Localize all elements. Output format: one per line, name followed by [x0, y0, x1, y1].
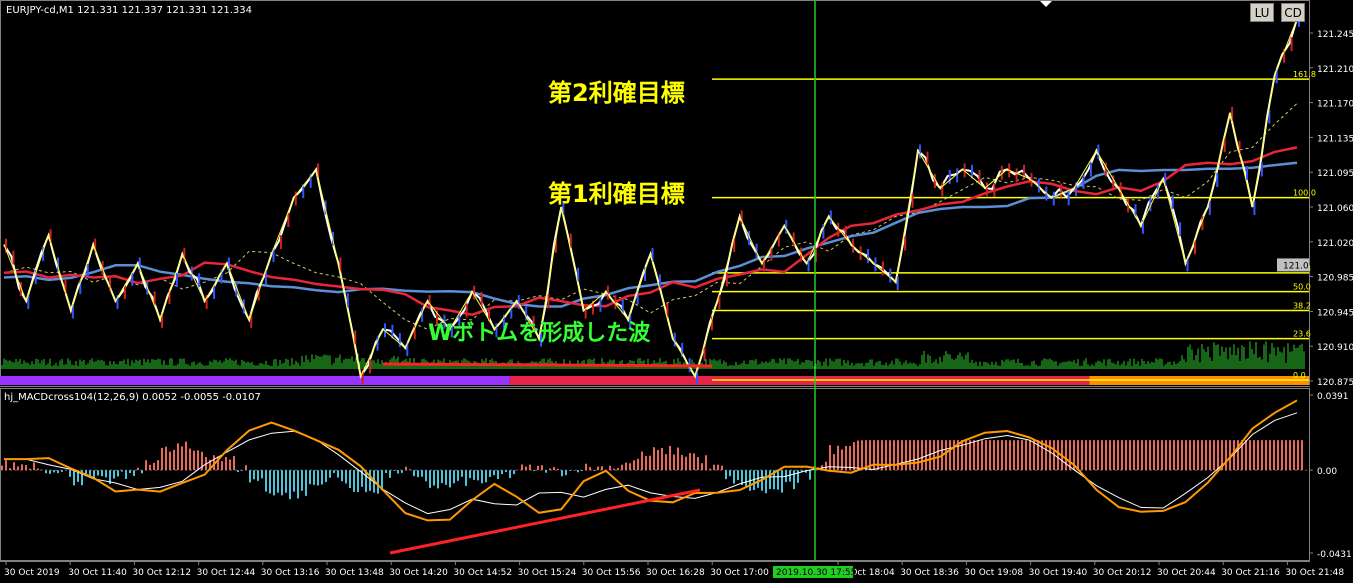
- time-tick-label: 30 Oct 11:40: [68, 568, 127, 578]
- time-tick-label: 30 Oct 13:16: [261, 568, 320, 578]
- fib-level-label: 0.0: [1293, 371, 1306, 380]
- macd-title: hj_MACDcross104(12,26,9) 0.0052 -0.0055 …: [4, 392, 261, 403]
- price-axis: 121.245 121.210 121.170 121.135 121.095 121.0…: [1277, 30, 1353, 560]
- time-tick-label: 30 Oct 20:12: [1093, 568, 1152, 578]
- price-tick-label: 120.945: [1317, 308, 1353, 318]
- macd-panel: [0, 399, 1309, 522]
- time-tick-label: 30 Oct 21:48: [1285, 568, 1344, 578]
- fib-level-label: 38.2: [1293, 301, 1311, 310]
- band-segment: [0, 376, 510, 385]
- price-tick-label: 121.060: [1317, 204, 1353, 214]
- time-tick-label: 30 Oct 14:52: [453, 568, 512, 578]
- lu-button[interactable]: LU: [1250, 3, 1274, 22]
- price-tick-label: 121.170: [1317, 100, 1353, 110]
- price-tick-label: 120.985: [1317, 274, 1353, 284]
- macd-divergence-trendline[interactable]: [389, 488, 701, 555]
- cursor-time-label: 2019.10.30 17:55: [776, 568, 856, 578]
- time-tick-label: 30 Oct 19:08: [964, 568, 1023, 578]
- time-tick-label: 30 Oct 15:24: [518, 568, 577, 578]
- time-tick-label: 30 Oct 20:44: [1157, 568, 1216, 578]
- current-price-label: 121.0: [1283, 261, 1309, 271]
- ma-red: [3, 146, 1298, 316]
- time-tick-label: 30 Oct 17:00: [710, 568, 769, 578]
- fibonacci-levels: 161.8100.061.850.038.223.60.0: [712, 70, 1316, 381]
- price-tick-label: 121.020: [1317, 239, 1353, 249]
- fib-level-label: 23.6: [1293, 330, 1311, 339]
- price-tick-label: 121.095: [1317, 169, 1353, 179]
- time-tick-label: 30 Oct 12:12: [132, 568, 191, 578]
- time-tick-label: 30 Oct 2019: [4, 568, 60, 578]
- time-axis: 30 Oct 2019 30 Oct 11:40 30 Oct 12:12 30 Oc…: [4, 561, 1344, 578]
- fib-level-label: 50.0: [1293, 283, 1311, 292]
- price-tick-label: 121.245: [1317, 30, 1353, 40]
- time-tick-label: 30 Oct 14:20: [389, 568, 448, 578]
- time-tick-label: 30 Oct 16:28: [646, 568, 705, 578]
- macd-tick-label: 0.0391: [1317, 392, 1349, 402]
- macd-tick-label: 0.00: [1317, 467, 1337, 477]
- macd-panel-frame: [0, 388, 1310, 561]
- time-tick-label: 30 Oct 21:16: [1221, 568, 1280, 578]
- cd-button[interactable]: CD: [1281, 3, 1305, 22]
- price-tick-label: 120.910: [1317, 343, 1353, 353]
- symbol-info: EURJPY-cd,M1 121.331 121.337 121.331 121…: [6, 5, 252, 16]
- chart-canvas: 161.8100.061.850.038.223.60.0 121.245121…: [0, 0, 1353, 578]
- fib-level-label: 100.0: [1293, 189, 1316, 198]
- time-tick-label: 30 Oct 19:40: [1029, 568, 1088, 578]
- price-tick-label: 121.135: [1317, 134, 1353, 144]
- fib-level-label: 161.8: [1293, 70, 1316, 79]
- price-tick-label: 120.875: [1317, 378, 1353, 388]
- time-tick-label: 30 Oct 18:36: [900, 568, 959, 578]
- time-tick-label: 30 Oct 15:56: [582, 568, 641, 578]
- chart-shift-icon[interactable]: [1040, 1, 1052, 7]
- price-tick-label: 121.210: [1317, 65, 1353, 75]
- time-tick-label: 30 Oct 13:48: [325, 568, 384, 578]
- moving-averages: [3, 103, 1298, 330]
- price-support-trendline[interactable]: [382, 362, 713, 368]
- wbottom-annotation: Wボトムを形成した波: [428, 321, 651, 346]
- time-tick-label: 30 Oct 12:44: [197, 568, 256, 578]
- ma-dashed: [3, 103, 1298, 330]
- target1-annotation: 第1利確目標: [548, 180, 685, 208]
- macd-tick-label: -0.0431: [1317, 550, 1352, 560]
- target2-annotation: 第2利確目標: [548, 79, 685, 107]
